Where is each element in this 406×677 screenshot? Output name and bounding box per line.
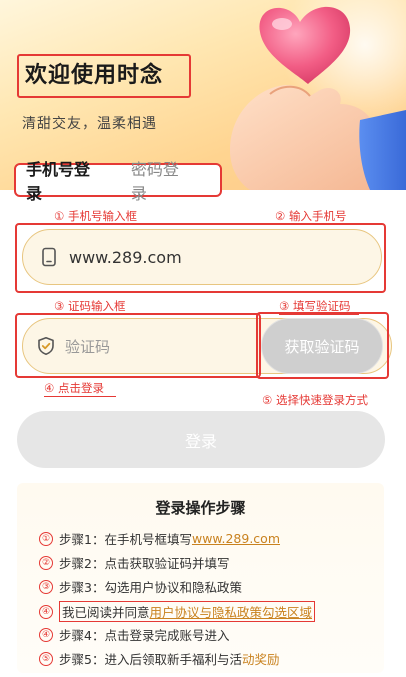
annotation-click-login: ④ 点击登录 — [44, 381, 104, 395]
agreement-highlight[interactable]: 我已阅读并同意用户协议与隐私政策勾选区域 — [59, 601, 316, 622]
annotation-underline — [44, 396, 116, 397]
phone-icon — [42, 247, 56, 267]
step-row-3: ③ 步骤3：勾选用户协议和隐私政策 — [39, 577, 242, 596]
step-number: ④ — [39, 604, 53, 619]
agreement-text: 我已阅读并同意 — [62, 605, 150, 620]
step-row-1: ① 步骤1：在手机号框填写 www.289.com — [39, 529, 280, 548]
heart-hand-icon — [230, 6, 406, 190]
step-row-5: ⑤ 步骤5：进入后领取新手福利与活 动奖励 — [39, 649, 279, 668]
step-link[interactable]: www.289.com — [192, 531, 280, 546]
login-tabs: 手机号登录 密码登录 — [14, 160, 222, 203]
step-row-2: ② 步骤2：点击获取验证码并填写 — [39, 553, 229, 572]
tab-password-login[interactable]: 密码登录 — [131, 156, 194, 204]
step-number: ④ — [39, 627, 53, 642]
annotation-phone-field: ① 手机号输入框 — [54, 209, 137, 223]
step-text: 步骤2：点击获取验证码并填写 — [59, 556, 230, 571]
step-number: ⑤ — [39, 651, 53, 666]
step-number: ① — [39, 531, 53, 546]
step-row-4: ④ 步骤4：点击登录完成账号进入 — [39, 625, 229, 644]
step-number: ② — [39, 555, 53, 570]
steps-title: 登录操作步骤 — [155, 499, 246, 517]
step-text: 步骤3：勾选用户协议和隐私政策 — [59, 580, 242, 595]
phone-input[interactable]: www.289.com — [22, 229, 382, 285]
annotation-quick-login: ⑤ 选择快速登录方式 — [262, 393, 368, 407]
annotation-fill-code: ③ 填写验证码 — [279, 299, 351, 313]
page-title: 欢迎使用时念 — [17, 54, 191, 98]
step-number: ③ — [39, 579, 53, 594]
step-text: 步骤1：在手机号框填写 — [59, 532, 192, 547]
agreement-link[interactable]: 用户协议与隐私政策勾选区域 — [150, 605, 313, 620]
annotation-code-field: ③ 证码输入框 — [54, 299, 126, 313]
get-code-highlight — [256, 312, 389, 379]
annotation-enter-phone: ② 输入手机号 — [275, 209, 347, 223]
step-row-agreement: ④ 我已阅读并同意用户协议与隐私政策勾选区域 — [39, 601, 316, 622]
step-text: 步骤4：点击登录完成账号进入 — [59, 628, 230, 643]
phone-value: www.289.com — [69, 247, 182, 267]
login-steps-panel: 登录操作步骤 ① 步骤1：在手机号框填写 www.289.com ② 步骤2：点… — [17, 483, 384, 673]
tab-phone-login[interactable]: 手机号登录 — [26, 156, 105, 204]
login-button[interactable]: 登录 — [17, 411, 385, 468]
step-text: 步骤5：进入后领取新手福利与活 — [59, 652, 242, 667]
code-field-highlight — [15, 313, 261, 378]
step-highlight-text: 动奖励 — [241, 652, 280, 667]
page-subtitle: 清甜交友，温柔相遇 — [22, 116, 157, 132]
